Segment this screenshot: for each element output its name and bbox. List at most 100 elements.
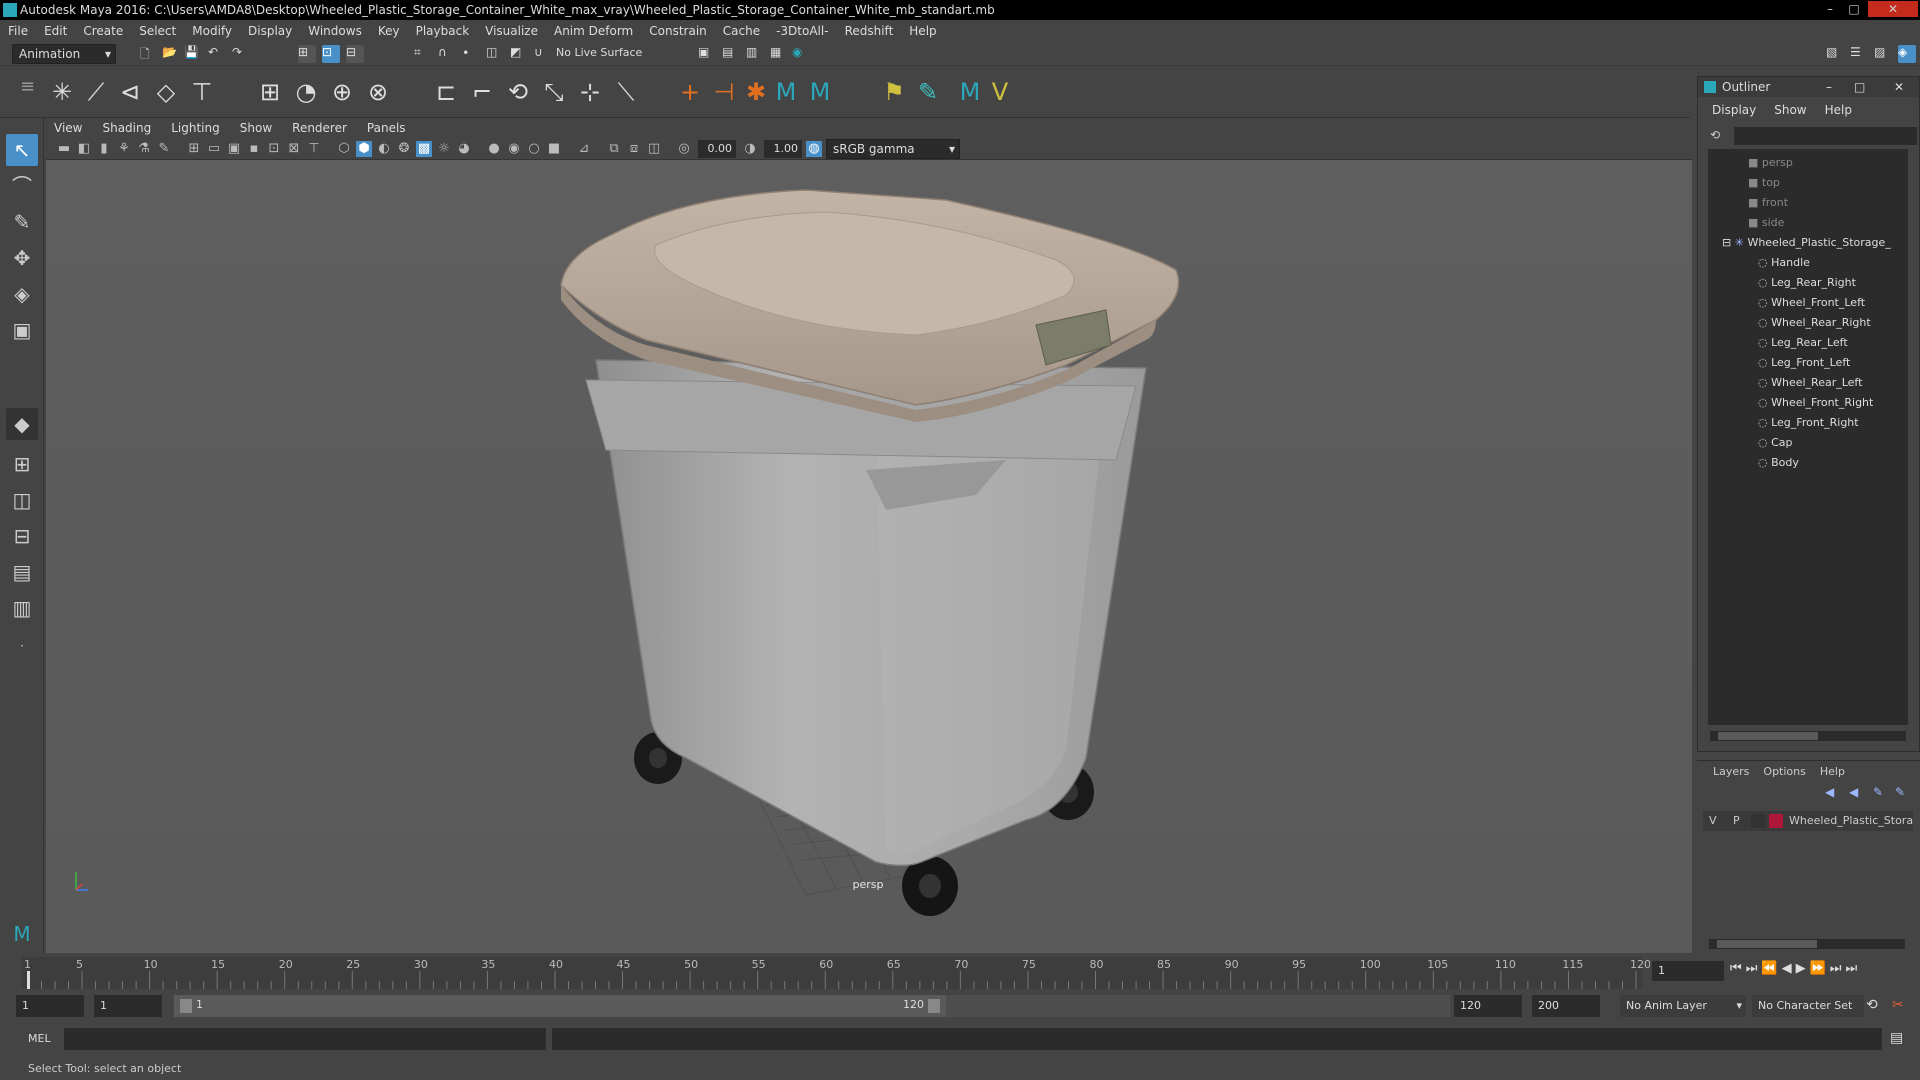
render-settings-icon[interactable]: ▥ [746,45,764,63]
xray-comp-icon[interactable]: ◫ [646,141,662,157]
select-hierarchy-icon[interactable]: ⊞ [298,45,316,63]
live-surface-label[interactable]: No Live Surface [556,46,642,59]
menu-display[interactable]: Display [248,24,292,38]
range-bar[interactable]: 1 120 [174,995,946,1017]
auto-key-icon[interactable]: ⟲ [1866,997,1878,1013]
tree-item-leg-rear-right[interactable]: ◌ Leg_Rear_Right [1758,273,1856,293]
tree-item-wheel-rear-right[interactable]: ◌ Wheel_Rear_Right [1758,313,1871,333]
vp-menu-shading[interactable]: Shading [102,121,151,135]
menuset-dropdown[interactable]: Animation ▾ [12,44,116,64]
range-start-handle[interactable] [180,999,192,1013]
layers-menu-help[interactable]: Help [1820,765,1845,778]
xray-joints-icon[interactable]: ⧈ [626,141,642,157]
tool-settings-icon[interactable]: ▨ [1874,45,1892,63]
layout-two-icon[interactable]: ◫ [6,484,38,516]
menu-windows[interactable]: Windows [308,24,362,38]
aa-icon[interactable]: ○ [526,141,542,157]
constraint-scale-icon[interactable]: ⤡ [540,78,568,106]
field-chart-icon[interactable]: ⊡ [266,141,282,157]
film-gate-icon[interactable]: ▭ [206,141,222,157]
vp-menu-view[interactable]: View [54,121,82,135]
tree-item-wheel-front-right[interactable]: ◌ Wheel_Front_Right [1758,393,1873,413]
layer-move-up-icon[interactable]: ◀ [1825,785,1834,799]
joint-tool-icon[interactable]: ✳ [48,78,76,106]
outliner-minimize-icon[interactable]: – [1826,77,1832,97]
layer-row[interactable]: V P Wheeled_Plastic_Stora [1703,811,1913,831]
layout-persp-icon[interactable]: ▥ [6,592,38,624]
locator-aim-icon[interactable]: ⊣ [710,78,738,106]
outliner-menu-show[interactable]: Show [1774,103,1806,121]
time-slider[interactable]: 1 5 10 15 20 25 30 35 40 45 50 55 60 65 70 75 80 85 90 95 10… [0,953,1920,993]
render-frame-icon[interactable]: ▣ [698,45,716,63]
layer-visibility-toggle[interactable]: V [1709,814,1717,827]
menu-3dtoall[interactable]: -3DtoAll- [776,24,828,38]
locator-icon[interactable]: + [676,78,704,106]
scale-tool-icon[interactable]: ▣ [6,314,38,346]
menu-create[interactable]: Create [83,24,123,38]
outliner-maximize-icon[interactable]: □ [1854,77,1865,97]
layers-hscrollbar[interactable] [1709,939,1905,949]
color-management-icon[interactable]: ◍ [806,141,822,157]
lattice-icon[interactable]: ⊞ [256,78,284,106]
go-to-end-icon[interactable]: ⏭ [1845,961,1857,976]
redo-icon[interactable]: ↷ [232,45,250,63]
step-back-key-icon[interactable]: ⏭ [1746,961,1758,976]
menu-help[interactable]: Help [909,24,936,38]
outliner-hscrollbar[interactable] [1710,731,1906,741]
sculpt-icon[interactable]: ⊗ [364,78,392,106]
menu-visualize[interactable]: Visualize [485,24,538,38]
menu-key[interactable]: Key [378,24,400,38]
hik-character-icon[interactable]: M [806,78,834,106]
blend-icon[interactable]: V [986,78,1014,106]
tree-item-leg-rear-left[interactable]: ◌ Leg_Rear_Left [1758,333,1848,353]
vp-menu-panels[interactable]: Panels [367,121,406,135]
resolution-gate-icon[interactable]: ▣ [226,141,242,157]
save-scene-icon[interactable]: 💾 [184,45,202,63]
layer-move-down-icon[interactable]: ◀ [1849,785,1858,799]
end-time-field[interactable]: 200 [1532,995,1600,1017]
script-editor-icon[interactable]: ▤ [1890,1030,1903,1046]
tree-item-persp[interactable]: ■ persp [1748,153,1793,173]
camera-select-icon[interactable]: ▬ [56,141,72,157]
anim-prefs-icon[interactable]: ✂ [1892,997,1904,1013]
tree-item-handle[interactable]: ◌ Handle [1758,253,1810,273]
isolate-icon[interactable]: ⊿ [576,141,592,157]
gamma-icon[interactable]: ◑ [742,141,758,157]
start-time-field[interactable]: 1 [16,995,84,1017]
ssao-icon[interactable]: ● [486,141,502,157]
grease-pencil-icon[interactable]: ✎ [156,141,172,157]
step-back-frame-icon[interactable]: ⏪ [1761,961,1777,976]
vp-menu-renderer[interactable]: Renderer [292,121,347,135]
layer-type-toggle[interactable] [1751,814,1765,828]
smooth-shade-icon[interactable]: ⬢ [356,141,372,157]
camera-attr-icon[interactable]: ◧ [76,141,92,157]
modeling-toolkit-icon[interactable]: ▧ [1826,45,1844,63]
go-to-start-icon[interactable]: ⏮ [1730,961,1742,976]
outliner-menu-help[interactable]: Help [1825,103,1852,121]
menu-edit[interactable]: Edit [44,24,67,38]
motion-blur-icon[interactable]: ◉ [506,141,522,157]
tree-item-cap[interactable]: ◌ Cap [1758,433,1793,453]
command-language-label[interactable]: MEL [28,1032,51,1045]
bookmark-icon[interactable]: ▮ [96,141,112,157]
dof-icon[interactable]: ■ [546,141,562,157]
tree-item-leg-front-left[interactable]: ◌ Leg_Front_Left [1758,353,1850,373]
redshift-icon[interactable]: ◉ [792,45,810,63]
cluster-icon[interactable]: ⊕ [328,78,356,106]
maximize-button[interactable]: □ [1842,1,1866,17]
move-tool-icon[interactable]: ✥ [6,242,38,274]
select-object-icon[interactable]: ⊡ [322,45,340,63]
step-forward-frame-icon[interactable]: ⏩ [1810,961,1826,976]
range-end-handle[interactable] [928,999,940,1013]
play-backward-icon[interactable]: ◀ [1782,961,1792,976]
tree-item-wheel-front-left[interactable]: ◌ Wheel_Front_Left [1758,293,1865,313]
select-component-icon[interactable]: ⊟ [346,45,364,63]
menu-redshift[interactable]: Redshift [845,24,894,38]
gate-mask-icon[interactable]: ▪ [246,141,262,157]
wrap-icon[interactable]: ◔ [292,78,320,106]
lights-icon[interactable]: ☼ [436,141,452,157]
rig-icon[interactable]: ⊤ [188,78,216,106]
layout-outliner-icon[interactable]: ⊟ [6,520,38,552]
safe-title-icon[interactable]: ⊤ [306,141,322,157]
attribute-editor-icon[interactable]: ☰ [1850,45,1868,63]
